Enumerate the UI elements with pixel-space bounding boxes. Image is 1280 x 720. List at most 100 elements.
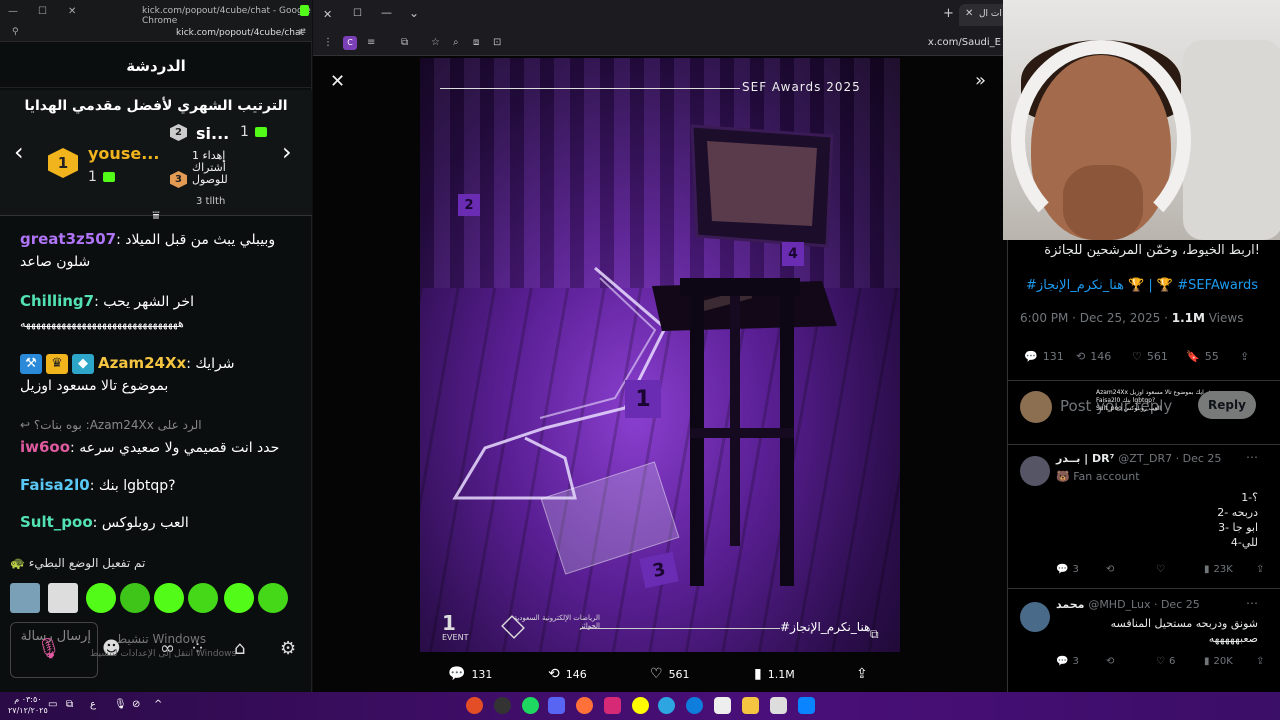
bookmark-star-icon[interactable]: ☆ [431, 37, 440, 48]
reply-comment[interactable]: محمد @MHD_Lux · Dec 25 ⋯ شونق ودربحه مست… [1008, 592, 1280, 682]
minimize-icon[interactable]: — [8, 6, 18, 17]
zoom-icon[interactable]: ⌕ [453, 37, 459, 48]
comment-repost-button[interactable]: ⟲ [1106, 564, 1114, 575]
telegram-app-icon[interactable] [658, 697, 675, 714]
comment-author[interactable]: محمد @MHD_Lux · Dec 25 [1056, 598, 1200, 611]
edge-app-icon[interactable] [686, 697, 703, 714]
microphone-tray-icon[interactable]: 🎙 [114, 699, 127, 710]
menu-dots-icon[interactable]: ⋮ [323, 37, 333, 48]
tab-dropdown-icon[interactable]: ⌄ [409, 6, 419, 20]
taskbar-clock[interactable]: ٠٣:٥٠ م ٢٧/١٢/٢٠٢٥ [8, 694, 48, 716]
event-logo: 1 EVENT [442, 613, 478, 643]
viewer-views-button[interactable]: ▮ 1.1M [754, 666, 795, 682]
close-viewer-icon[interactable]: ✕ [330, 71, 345, 92]
chrome-app-icon[interactable] [466, 697, 483, 714]
like-button[interactable]: ♡ 561 [1132, 350, 1168, 363]
subscriber-badge-icon: ◆ [72, 354, 94, 374]
viewer-share-button[interactable]: ⇪ [856, 666, 868, 682]
viewer-reply-button[interactable]: 💬 131 [448, 666, 492, 682]
capcut-app-icon[interactable] [714, 697, 731, 714]
chat-username[interactable]: Faisa2l0 [20, 476, 90, 494]
chat-text-line2: شلون صاعد [20, 254, 91, 270]
emote-icon[interactable] [120, 583, 150, 613]
repost-button[interactable]: ⟲ 146 [1076, 350, 1111, 363]
file-explorer-icon[interactable] [742, 697, 759, 714]
reply-comment[interactable]: بــدر | DR⁷ @ZT_DR7 · Dec 25 ⋯ 🐻 Fan acc… [1008, 446, 1280, 586]
emote-icon[interactable] [86, 583, 116, 613]
cast-icon[interactable]: ⊡ [493, 37, 501, 48]
emote-icon[interactable] [154, 583, 184, 613]
comment-views-button[interactable]: ▮ 20K [1204, 656, 1233, 667]
kick-address-bar[interactable]: ⚲ kick.com/popout/4cube/chat ⇄ [0, 24, 312, 42]
notification-icon[interactable]: ▭ [48, 699, 57, 710]
reply-composer: Post your reply Azam24Xx شرايك بموضوع تا… [1008, 383, 1280, 438]
firefox-app-icon[interactable] [576, 697, 593, 714]
comment-author[interactable]: بــدر | DR⁷ @ZT_DR7 · Dec 25 [1056, 452, 1221, 465]
tray-overflow-icon[interactable]: ^ [154, 699, 162, 710]
emote-icon[interactable] [258, 583, 288, 613]
comment-share-button[interactable]: ⇪ [1256, 564, 1264, 575]
comment-share-button[interactable]: ⇪ [1256, 656, 1264, 667]
chevron-left-icon[interactable]: ‹ [14, 138, 24, 166]
chat-username[interactable]: iw6oo [20, 438, 70, 456]
collapse-panel-icon[interactable]: » [975, 70, 986, 91]
comment-text: 1-؟ 2- دربحه 3- ابو جا 4-للي [1217, 491, 1258, 549]
instagram-app-icon[interactable] [604, 697, 621, 714]
obs-app-icon[interactable] [494, 697, 511, 714]
share-button[interactable]: ⇪ [1240, 350, 1249, 363]
settings-icon[interactable]: ⚙ [280, 638, 296, 659]
language-indicator[interactable]: ع [90, 699, 96, 710]
emote-bar [10, 583, 300, 615]
close-window-icon[interactable]: ✕ [323, 8, 332, 21]
address-url[interactable]: x.com/Saudi_E [928, 37, 1001, 48]
spotify-app-icon[interactable] [522, 697, 539, 714]
comment-repost-button[interactable]: ⟲ [1106, 656, 1114, 667]
emote-icon[interactable] [10, 583, 40, 613]
collapse-leaderboard-icon[interactable]: ⩸ [146, 208, 166, 222]
extensions-icon[interactable]: ⇄ [298, 27, 306, 37]
windows-start-icon[interactable] [798, 697, 815, 714]
viewer-repost-button[interactable]: ⟲ 146 [548, 666, 587, 682]
network-icon[interactable]: ⊘ [132, 699, 140, 710]
active-tab[interactable]: ✕ ات ال [959, 4, 1007, 26]
reading-icon[interactable]: ≡ [367, 37, 375, 48]
comment-like-button[interactable]: ♡ 6 [1156, 656, 1175, 667]
image-description-icon[interactable]: ⧉ [870, 627, 879, 642]
windows-taskbar: ٠٣:٥٠ م ٢٧/١٢/٢٠٢٥ ▭ ⧉ ع 🎙 ⊘ ^ [0, 692, 1280, 720]
chat-username[interactable]: Chilling7 [20, 292, 94, 310]
tab-search-icon[interactable]: ⧉ [401, 37, 408, 48]
chat-username[interactable]: Azam24Xx [98, 354, 186, 372]
close-icon[interactable]: ✕ [68, 6, 76, 17]
bookmark-button[interactable]: 🔖 55 [1186, 350, 1219, 363]
chat-username[interactable]: Sult_poo [20, 513, 93, 531]
comment-views-button[interactable]: ▮ 23K [1204, 564, 1233, 575]
chat-header: الدردشة [0, 44, 312, 88]
tab-close-icon[interactable]: ✕ [965, 8, 973, 19]
microphone-icon[interactable]: 🎙 [36, 636, 61, 660]
tweet-hashtags[interactable]: #هنا_نكرم_الإنجاز 🏆 | 🏆 #SEFAwards [1010, 278, 1258, 293]
restore-window-icon[interactable]: ☐ [353, 8, 362, 19]
snapchat-app-icon[interactable] [632, 697, 649, 714]
emote-icon[interactable] [188, 583, 218, 613]
new-tab-icon[interactable]: + [943, 6, 954, 21]
discord-app-icon[interactable] [548, 697, 565, 714]
maximize-icon[interactable]: ☐ [38, 6, 47, 17]
reply-button[interactable]: 💬 131 [1024, 350, 1064, 363]
comment-reply-button[interactable]: 💬 3 [1056, 564, 1079, 575]
chevron-right-icon[interactable]: › [282, 138, 292, 166]
notepad-app-icon[interactable] [770, 697, 787, 714]
emote-icon[interactable] [48, 583, 78, 613]
viewer-like-button[interactable]: ♡ 561 [650, 666, 690, 682]
extension-icon[interactable]: C [343, 36, 357, 50]
chat-username[interactable]: great3z507 [20, 230, 116, 248]
more-options-icon[interactable]: ⋯ [1246, 596, 1258, 610]
comment-reply-button[interactable]: 💬 3 [1056, 656, 1079, 667]
translate-icon[interactable]: ⧈ [473, 37, 479, 48]
reply-submit-button[interactable]: Reply [1198, 391, 1256, 419]
more-options-icon[interactable]: ⋯ [1246, 450, 1258, 464]
leaderboard-title: الترتيب الشهري لأفضل مقدمي الهدايا [24, 98, 288, 114]
minimize-window-icon[interactable]: — [381, 6, 392, 19]
comment-like-button[interactable]: ♡ [1156, 564, 1165, 575]
emote-icon[interactable] [224, 583, 254, 613]
display-icon[interactable]: ⧉ [66, 699, 73, 710]
